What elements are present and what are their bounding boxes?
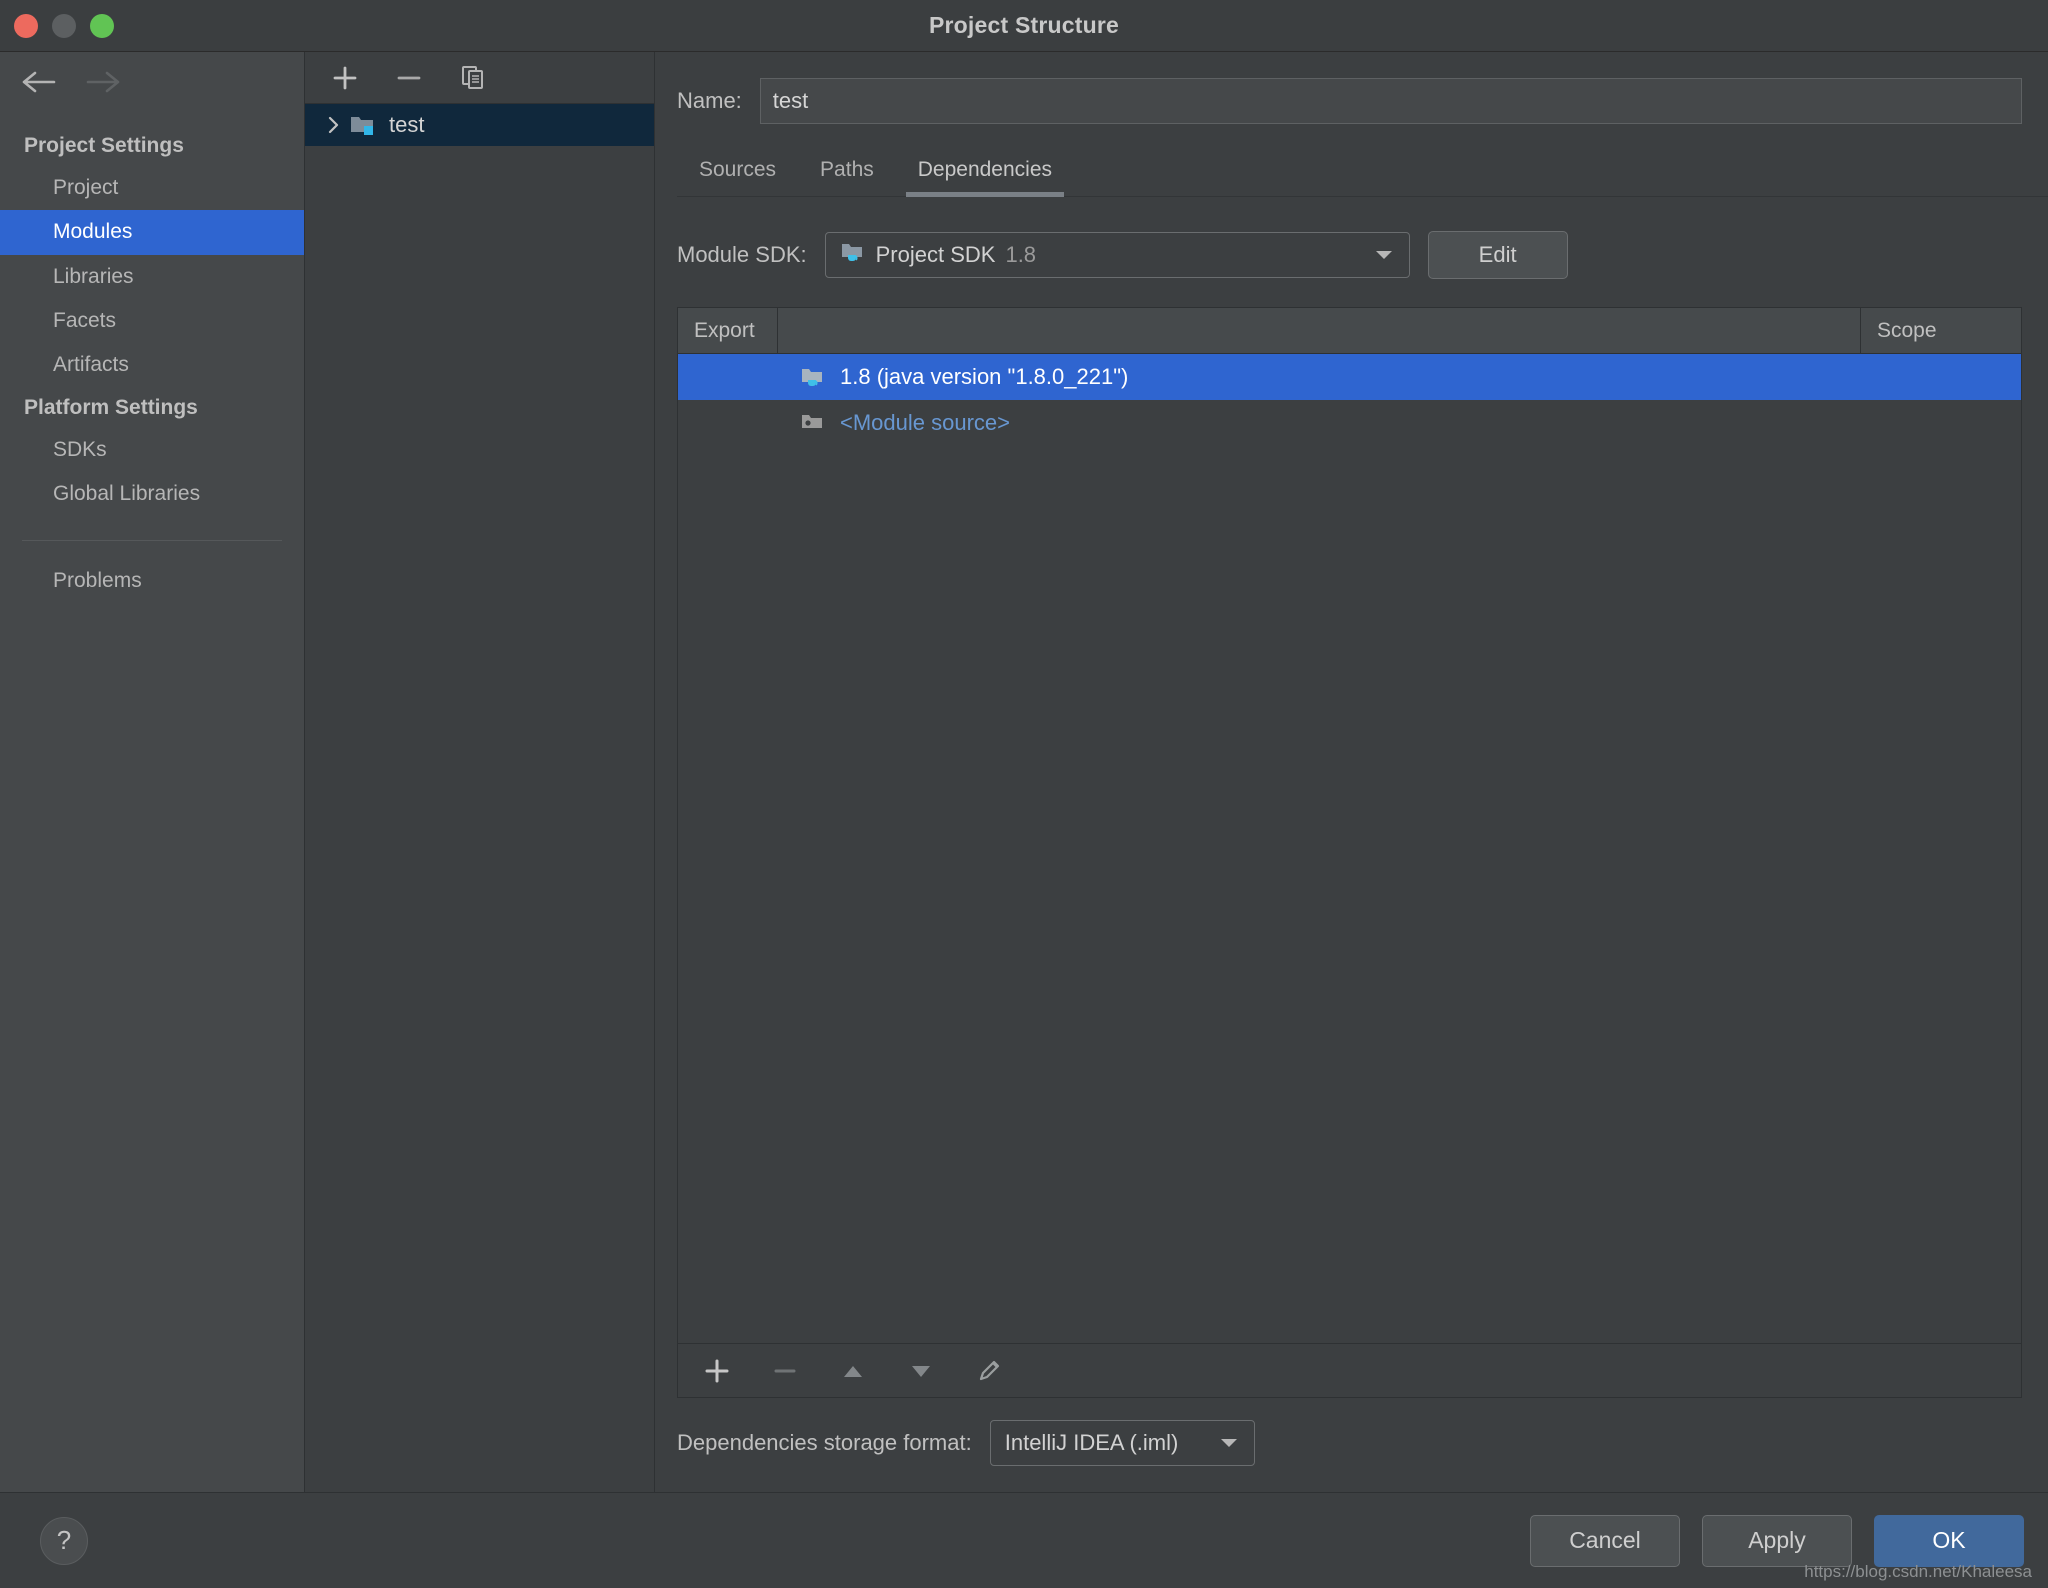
copy-module-button[interactable] (453, 59, 493, 97)
settings-sidebar: Project Settings Project Modules Librari… (0, 52, 305, 1492)
apply-button[interactable]: Apply (1702, 1515, 1852, 1567)
sidebar-item-sdks[interactable]: SDKs (0, 428, 304, 472)
dependencies-table-toolbar (678, 1343, 2021, 1397)
chevron-right-icon[interactable] (319, 115, 349, 135)
dependency-name: 1.8 (java version "1.8.0_221") (840, 364, 1128, 390)
sidebar-item-modules[interactable]: Modules (0, 210, 304, 254)
dialog-body: Project Settings Project Modules Librari… (0, 52, 2048, 1492)
dependencies-storage-row: Dependencies storage format: IntelliJ ID… (677, 1398, 2022, 1492)
remove-dependency-button[interactable] (768, 1352, 802, 1390)
module-list-toolbar (305, 52, 654, 104)
sidebar-divider (22, 540, 282, 541)
maximize-window-button[interactable] (90, 14, 114, 38)
module-name-input[interactable] (760, 78, 2022, 124)
table-row[interactable]: <Module source> (678, 400, 2021, 446)
module-name-label: Name: (677, 88, 742, 114)
tab-sources[interactable]: Sources (677, 150, 798, 196)
sidebar-item-artifacts[interactable]: Artifacts (0, 343, 304, 387)
module-tabs-wrap: Sources Paths Dependencies (655, 150, 2048, 197)
module-sdk-value: Project SDK (876, 242, 996, 268)
forward-arrow-icon[interactable] (82, 63, 124, 101)
module-sdk-row: Module SDK: Project SDK 1.8 (677, 231, 2022, 279)
sidebar-item-problems[interactable]: Problems (0, 559, 304, 603)
module-tree-row-test[interactable]: test (305, 104, 654, 146)
jdk-folder-icon (840, 241, 866, 269)
move-down-button[interactable] (904, 1352, 938, 1390)
tab-paths[interactable]: Paths (798, 150, 896, 196)
dependencies-tab-content: Module SDK: Project SDK 1.8 (655, 197, 2048, 1492)
column-header-export[interactable]: Export (678, 308, 778, 353)
dependencies-storage-select[interactable]: IntelliJ IDEA (.iml) (990, 1420, 1255, 1466)
move-up-button[interactable] (836, 1352, 870, 1390)
table-row[interactable]: 1.8 (java version "1.8.0_221") (678, 354, 2021, 400)
chevron-down-icon[interactable] (1367, 249, 1401, 261)
dependency-name: <Module source> (840, 410, 1010, 436)
help-button[interactable]: ? (40, 1517, 88, 1565)
add-module-button[interactable] (325, 59, 365, 97)
cancel-button[interactable]: Cancel (1530, 1515, 1680, 1567)
sidebar-group-platform-settings: Platform Settings (0, 388, 304, 428)
tab-dependencies[interactable]: Dependencies (896, 150, 1074, 196)
sidebar-item-project[interactable]: Project (0, 166, 304, 210)
sidebar-item-global-libraries[interactable]: Global Libraries (0, 472, 304, 516)
window-title: Project Structure (0, 12, 2048, 39)
module-tabs: Sources Paths Dependencies (677, 150, 2048, 197)
sidebar-item-libraries[interactable]: Libraries (0, 255, 304, 299)
project-structure-dialog: Project Structure Project Settings Proje… (0, 0, 2048, 1588)
module-tree-row-label: test (389, 112, 424, 138)
module-list-panel: test (305, 52, 655, 1492)
column-header-name[interactable] (778, 308, 1861, 353)
dependencies-table: Export Scope (677, 307, 2022, 1398)
module-editor-panel: Name: Sources Paths Dependencies Module … (655, 52, 2048, 1492)
column-header-scope[interactable]: Scope (1861, 308, 2021, 353)
module-tree: test (305, 104, 654, 1492)
dependencies-table-body: 1.8 (java version "1.8.0_221") <Module s… (678, 354, 2021, 1343)
dependencies-storage-value: IntelliJ IDEA (.iml) (1005, 1430, 1202, 1456)
module-sdk-select[interactable]: Project SDK 1.8 (825, 232, 1410, 278)
edit-dependency-button[interactable] (972, 1352, 1006, 1390)
minimize-window-button[interactable] (52, 14, 76, 38)
jdk-folder-icon (800, 366, 828, 388)
footer-actions: Cancel Apply OK (1530, 1515, 2024, 1567)
traffic-lights (14, 0, 114, 52)
dialog-footer: ? Cancel Apply OK https://blog.csdn.net/… (0, 1492, 2048, 1588)
dependencies-table-header: Export Scope (678, 308, 2021, 354)
add-dependency-button[interactable] (700, 1352, 734, 1390)
close-window-button[interactable] (14, 14, 38, 38)
edit-sdk-button[interactable]: Edit (1428, 231, 1568, 279)
module-source-icon (800, 412, 828, 434)
back-arrow-icon[interactable] (18, 63, 60, 101)
chevron-down-icon[interactable] (1212, 1437, 1246, 1449)
dependencies-storage-label: Dependencies storage format: (677, 1430, 972, 1456)
module-sdk-label: Module SDK: (677, 242, 807, 268)
sidebar-item-facets[interactable]: Facets (0, 299, 304, 343)
remove-module-button[interactable] (389, 59, 429, 97)
sidebar-group-project-settings: Project Settings (0, 126, 304, 166)
watermark: https://blog.csdn.net/Khaleesa (1804, 1562, 2032, 1582)
sidebar-items: Project Settings Project Modules Librari… (0, 112, 304, 604)
module-name-row: Name: (655, 52, 2048, 124)
title-bar: Project Structure (0, 0, 2048, 52)
module-folder-icon (349, 113, 377, 137)
module-sdk-version: 1.8 (1005, 242, 1036, 268)
ok-button[interactable]: OK (1874, 1515, 2024, 1567)
sidebar-nav-arrows (0, 52, 304, 112)
